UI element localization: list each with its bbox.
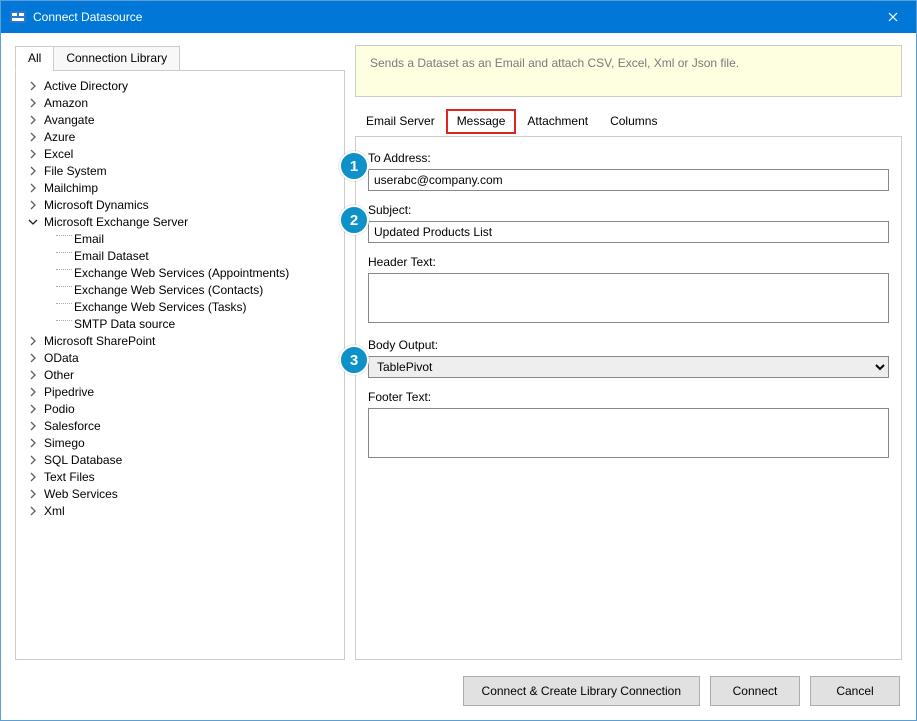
annotation-marker-3: 3 bbox=[339, 345, 369, 375]
chevron-right-icon bbox=[28, 198, 42, 212]
tab-attachment[interactable]: Attachment bbox=[516, 109, 599, 134]
chevron-right-icon bbox=[28, 487, 42, 501]
tree-item[interactable]: Mailchimp bbox=[20, 179, 340, 196]
body-output-select[interactable]: TablePivot bbox=[368, 356, 889, 378]
chevron-right-icon bbox=[28, 164, 42, 178]
chevron-right-icon bbox=[28, 113, 42, 127]
tree-item[interactable]: Text Files bbox=[20, 468, 340, 485]
chevron-right-icon bbox=[28, 504, 42, 518]
footer-text-input[interactable] bbox=[368, 408, 889, 458]
header-text-input[interactable] bbox=[368, 273, 889, 323]
tree-item[interactable]: SMTP Data source bbox=[20, 315, 340, 332]
tree-item[interactable]: Avangate bbox=[20, 111, 340, 128]
tree-item[interactable]: Email Dataset bbox=[20, 247, 340, 264]
tree-item[interactable]: Podio bbox=[20, 400, 340, 417]
tree-item[interactable]: Microsoft Exchange Server bbox=[20, 213, 340, 230]
tab-columns[interactable]: Columns bbox=[599, 109, 668, 134]
tree-item[interactable]: OData bbox=[20, 349, 340, 366]
chevron-right-icon bbox=[28, 351, 42, 365]
titlebar-text: Connect Datasource bbox=[33, 10, 870, 24]
tab-all[interactable]: All bbox=[15, 46, 54, 71]
tree-item[interactable]: Xml bbox=[20, 502, 340, 519]
chevron-right-icon bbox=[28, 453, 42, 467]
tree-item[interactable]: SQL Database bbox=[20, 451, 340, 468]
tree-connector-icon bbox=[56, 235, 72, 236]
cancel-button[interactable]: Cancel bbox=[810, 676, 900, 706]
to-address-input[interactable] bbox=[368, 169, 889, 191]
tree-item[interactable]: Pipedrive bbox=[20, 383, 340, 400]
tree-connector-icon bbox=[56, 303, 72, 304]
chevron-right-icon bbox=[28, 130, 42, 144]
app-icon bbox=[9, 9, 27, 25]
subject-input[interactable] bbox=[368, 221, 889, 243]
chevron-right-icon bbox=[28, 334, 42, 348]
chevron-right-icon bbox=[28, 470, 42, 484]
chevron-right-icon bbox=[28, 368, 42, 382]
chevron-right-icon bbox=[28, 385, 42, 399]
body-output-label: Body Output: bbox=[368, 338, 889, 352]
tree-connector-icon bbox=[56, 320, 72, 321]
header-text-label: Header Text: bbox=[368, 255, 889, 269]
tree-item[interactable]: Azure bbox=[20, 128, 340, 145]
tree-item[interactable]: Simego bbox=[20, 434, 340, 451]
hint-text: Sends a Dataset as an Email and attach C… bbox=[355, 45, 902, 97]
chevron-right-icon bbox=[28, 96, 42, 110]
tab-email-server[interactable]: Email Server bbox=[355, 109, 446, 134]
datasource-tree[interactable]: Active DirectoryAmazonAvangateAzureExcel… bbox=[15, 70, 345, 660]
right-column: Sends a Dataset as an Email and attach C… bbox=[355, 45, 902, 660]
connect-button[interactable]: Connect bbox=[710, 676, 800, 706]
tree-connector-icon bbox=[56, 269, 72, 270]
left-tabs: All Connection Library bbox=[15, 45, 345, 70]
form-panel: To Address: Subject: Header Text: Body O… bbox=[355, 137, 902, 660]
close-button[interactable] bbox=[870, 1, 916, 33]
dialog-window: Connect Datasource All Connection Librar… bbox=[0, 0, 917, 721]
chevron-right-icon bbox=[28, 147, 42, 161]
tree-item[interactable]: Other bbox=[20, 366, 340, 383]
tree-item[interactable]: Salesforce bbox=[20, 417, 340, 434]
chevron-right-icon bbox=[28, 79, 42, 93]
content: All Connection Library Active DirectoryA… bbox=[1, 33, 916, 720]
footer-text-label: Footer Text: bbox=[368, 390, 889, 404]
chevron-down-icon bbox=[28, 215, 42, 229]
tree-connector-icon bbox=[56, 286, 72, 287]
titlebar: Connect Datasource bbox=[1, 1, 916, 33]
chevron-right-icon bbox=[28, 419, 42, 433]
tree-item[interactable]: Exchange Web Services (Tasks) bbox=[20, 298, 340, 315]
chevron-right-icon bbox=[28, 402, 42, 416]
tree-item[interactable]: Microsoft Dynamics bbox=[20, 196, 340, 213]
buttons-row: Connect & Create Library Connection Conn… bbox=[15, 660, 902, 706]
chevron-right-icon bbox=[28, 181, 42, 195]
tree-item[interactable]: Excel bbox=[20, 145, 340, 162]
to-address-label: To Address: bbox=[368, 151, 889, 165]
subject-label: Subject: bbox=[368, 203, 889, 217]
tree-connector-icon bbox=[56, 252, 72, 253]
tree-item[interactable]: Exchange Web Services (Appointments) bbox=[20, 264, 340, 281]
tab-connection-library[interactable]: Connection Library bbox=[53, 46, 180, 71]
tree-item[interactable]: File System bbox=[20, 162, 340, 179]
annotation-marker-1: 1 bbox=[339, 151, 369, 181]
annotation-marker-2: 2 bbox=[339, 205, 369, 235]
tree-item[interactable]: Email bbox=[20, 230, 340, 247]
left-column: All Connection Library Active DirectoryA… bbox=[15, 45, 345, 660]
tree-item[interactable]: Amazon bbox=[20, 94, 340, 111]
tree-item[interactable]: Web Services bbox=[20, 485, 340, 502]
config-tabs: Email ServerMessageAttachmentColumns bbox=[355, 109, 902, 134]
connect-create-library-button[interactable]: Connect & Create Library Connection bbox=[463, 676, 700, 706]
chevron-right-icon bbox=[28, 436, 42, 450]
tab-message[interactable]: Message bbox=[446, 109, 517, 134]
tree-item[interactable]: Exchange Web Services (Contacts) bbox=[20, 281, 340, 298]
tree-item[interactable]: Microsoft SharePoint bbox=[20, 332, 340, 349]
tree-item[interactable]: Active Directory bbox=[20, 77, 340, 94]
